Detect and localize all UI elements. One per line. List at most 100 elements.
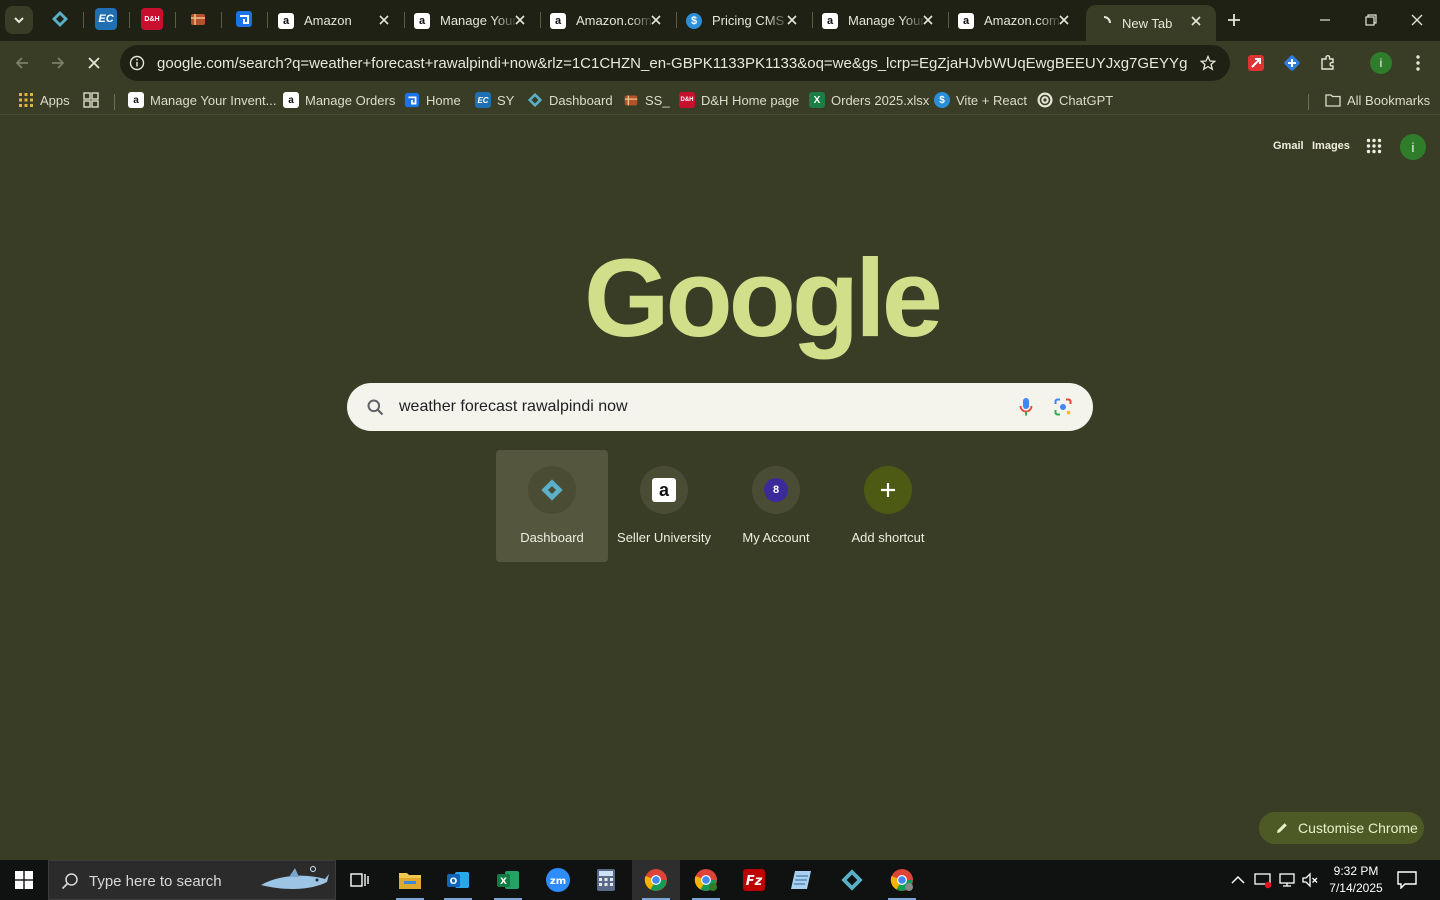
amazon-icon: a (958, 12, 974, 29)
close-icon[interactable] (1058, 14, 1070, 26)
google-account-avatar[interactable]: i (1400, 134, 1426, 160)
bookmark-home[interactable]: Home (404, 91, 461, 109)
gmail-link[interactable]: Gmail (1273, 140, 1304, 152)
customise-chrome-button[interactable]: Customise Chrome (1259, 812, 1424, 844)
bookmark-label: Manage Your Invent... (150, 92, 277, 108)
shortcut-label: Add shortcut (851, 530, 925, 545)
google-apps-button[interactable] (1366, 138, 1384, 156)
bookmark-orders-xlsx[interactable]: X Orders 2025.xlsx (809, 91, 929, 109)
shortcut-seller-university[interactable]: a Seller University (608, 450, 720, 562)
stop-loading-button[interactable] (81, 50, 107, 76)
site-info-icon[interactable] (129, 55, 145, 71)
tab-pricing-cms[interactable]: $ Pricing CMS (676, 0, 812, 41)
loading-icon (1103, 16, 1111, 24)
back-button[interactable] (9, 50, 35, 76)
browser-toolbar: google.com/search?q=weather+forecast+raw… (0, 41, 1440, 85)
address-bar[interactable]: google.com/search?q=weather+forecast+raw… (120, 45, 1230, 81)
shortcut-dashboard[interactable]: Dashboard (496, 450, 608, 562)
bookmark-sy[interactable]: EC SY (475, 91, 514, 109)
bookmark-manage-inventory[interactable]: a Manage Your Invent... (128, 91, 276, 109)
bookmark-dh-home[interactable]: D&H D&H Home page (679, 91, 799, 109)
tab-manage-inventory[interactable]: a Manage Your Inventory (404, 0, 540, 41)
tab-new-tab[interactable]: New Tab (1086, 5, 1216, 41)
pinned-tab-ec[interactable]: EC (95, 8, 117, 30)
taskbar-filezilla[interactable]: Fz (730, 860, 778, 900)
shortcut-label: Dashboard (520, 530, 584, 545)
pinned-tab-package[interactable] (187, 8, 209, 30)
new-tab-button[interactable] (1212, 0, 1256, 40)
minimize-button[interactable] (1302, 0, 1348, 40)
taskbar-clock[interactable]: 9:32 PM 7/14/2025 (1326, 863, 1386, 897)
tab-amazon[interactable]: a Amazon (268, 0, 404, 41)
extension-arrow[interactable] (1246, 53, 1266, 73)
taskbar-chrome-active[interactable] (632, 860, 680, 900)
task-view-button[interactable] (336, 860, 384, 900)
bookmark-vite-react[interactable]: $ Vite + React (934, 91, 1027, 109)
google-lens-icon[interactable] (1054, 398, 1072, 416)
close-icon[interactable] (650, 14, 662, 26)
bookmark-manage-orders[interactable]: a Manage Orders (283, 91, 395, 109)
url-text[interactable]: google.com/search?q=weather+forecast+raw… (157, 55, 1187, 72)
search-box[interactable]: weather forecast rawalpindi now (347, 383, 1093, 431)
bookmark-label: D&H Home page (701, 92, 800, 108)
tray-volume[interactable] (1300, 870, 1320, 890)
taskbar-calculator[interactable] (582, 860, 630, 900)
taskbar-zoom[interactable]: zm (534, 860, 582, 900)
forward-button[interactable] (45, 50, 71, 76)
chatgpt-icon (1037, 92, 1053, 108)
tab-manage-inventory-2[interactable]: a Manage Your Inventory (812, 0, 948, 41)
tab-amazon-com[interactable]: a Amazon.com (540, 0, 676, 41)
extension-blue[interactable] (1282, 53, 1302, 73)
bookmark-label: Orders 2025.xlsx (831, 92, 930, 108)
start-button[interactable] (0, 860, 48, 900)
images-link[interactable]: Images (1312, 140, 1350, 152)
bookmark-chatgpt[interactable]: ChatGPT (1037, 91, 1113, 109)
close-window-button[interactable] (1394, 0, 1440, 40)
extensions-button[interactable] (1318, 53, 1338, 73)
arrow-right-icon (52, 57, 65, 69)
taskbar-dashboard-app[interactable] (828, 860, 876, 900)
pencil-icon (1277, 823, 1287, 833)
tray-network[interactable] (1277, 870, 1297, 890)
shortcut-label: My Account (742, 530, 810, 545)
tab-amazon-com-2[interactable]: a Amazon.com (948, 0, 1084, 41)
close-icon[interactable] (378, 14, 390, 26)
search-input[interactable]: weather forecast rawalpindi now (399, 398, 628, 416)
profile-avatar[interactable]: i (1370, 52, 1392, 74)
pinned-tab-home[interactable] (233, 8, 255, 30)
taskbar-outlook[interactable]: O (434, 860, 482, 900)
all-bookmarks-button[interactable]: All Bookmarks (1325, 91, 1430, 109)
taskbar-search-box[interactable]: Type here to search (48, 860, 336, 900)
bookmark-separator (1308, 94, 1309, 110)
tray-monitor[interactable] (1253, 870, 1273, 890)
bookmark-apps[interactable]: Apps (18, 91, 70, 109)
taskbar-notepad[interactable] (778, 860, 826, 900)
show-hidden-icons-button[interactable] (1228, 870, 1248, 890)
customise-label: Customise Chrome (1298, 820, 1418, 836)
tab-groups-button[interactable] (83, 91, 99, 109)
close-icon[interactable] (514, 14, 526, 26)
shortcut-add[interactable]: Add shortcut (832, 450, 944, 562)
bookmark-ss[interactable]: SS_ (623, 91, 670, 109)
clock-time: 9:32 PM (1333, 864, 1379, 878)
shortcut-label: Seller University (617, 530, 711, 545)
notifications-button[interactable] (1397, 870, 1417, 890)
tab-search-button[interactable] (5, 6, 33, 34)
star-icon[interactable] (1200, 55, 1216, 71)
restore-button[interactable] (1348, 0, 1394, 40)
pinned-tab-dashboard[interactable] (49, 8, 71, 30)
close-icon[interactable] (922, 14, 934, 26)
taskbar-chrome-profile[interactable] (682, 860, 730, 900)
microphone-icon[interactable] (1019, 397, 1033, 417)
bookmark-dashboard[interactable]: Dashboard (527, 91, 613, 109)
chrome-menu-button[interactable] (1408, 53, 1428, 73)
google-logo: Google (584, 237, 943, 360)
taskbar-chrome-another[interactable] (878, 860, 926, 900)
shortcut-my-account[interactable]: 8 My Account (720, 450, 832, 562)
close-icon[interactable] (786, 14, 798, 26)
close-icon[interactable] (1190, 15, 1202, 27)
taskbar-file-explorer[interactable] (386, 860, 434, 900)
taskbar-search-placeholder: Type here to search (89, 873, 222, 890)
taskbar-excel[interactable]: X (484, 860, 532, 900)
pinned-tab-dh[interactable]: D&H (141, 8, 163, 30)
